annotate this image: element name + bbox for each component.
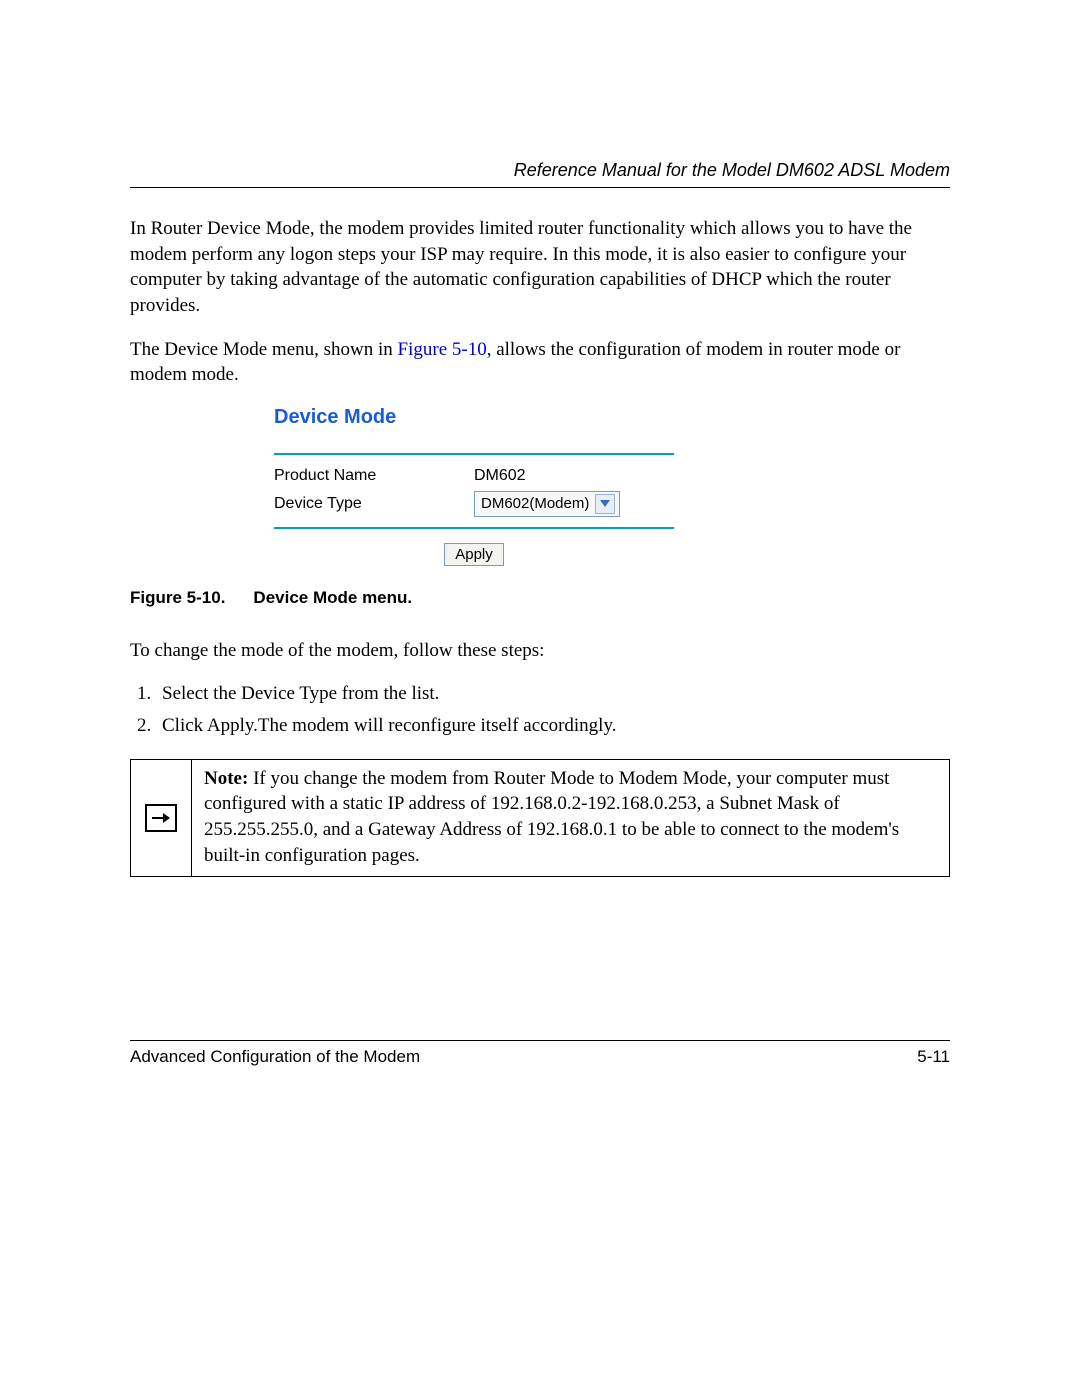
- note-text: Note: If you change the modem from Route…: [192, 760, 949, 877]
- product-name-label: Product Name: [274, 467, 474, 485]
- paragraph-steps-intro: To change the mode of the modem, follow …: [130, 638, 950, 664]
- list-item: Click Apply.The modem will reconfigure i…: [156, 713, 950, 739]
- device-mode-screenshot: Device Mode Product Name DM602 Device Ty…: [274, 406, 814, 566]
- page: Reference Manual for the Model DM602 ADS…: [0, 0, 1080, 1397]
- screenshot-separator: [274, 453, 674, 455]
- apply-button[interactable]: Apply: [444, 543, 504, 566]
- arrow-right-icon: [145, 804, 177, 832]
- figure-number: Figure 5-10.: [130, 588, 225, 607]
- screenshot-row-product-name: Product Name DM602: [274, 467, 814, 485]
- note-body: If you change the modem from Router Mode…: [204, 768, 899, 866]
- device-type-dropdown[interactable]: DM602(Modem): [474, 491, 620, 517]
- screenshot-title: Device Mode: [274, 406, 814, 429]
- screenshot-row-device-type: Device Type DM602(Modem): [274, 491, 814, 517]
- footer-section-title: Advanced Configuration of the Modem: [130, 1047, 420, 1067]
- text-fragment: The Device Mode menu, shown in: [130, 339, 398, 360]
- paragraph-menu-desc: The Device Mode menu, shown in Figure 5-…: [130, 337, 950, 388]
- header-rule: [130, 187, 950, 188]
- footer-rule: [130, 1040, 950, 1041]
- note-box: Note: If you change the modem from Route…: [130, 759, 950, 878]
- list-item: Select the Device Type from the list.: [156, 681, 950, 707]
- page-header-title: Reference Manual for the Model DM602 ADS…: [130, 160, 950, 181]
- paragraph-intro: In Router Device Mode, the modem provide…: [130, 216, 950, 319]
- figure-reference-link[interactable]: Figure 5-10: [398, 339, 487, 360]
- chevron-down-icon: [595, 494, 615, 514]
- note-icon-cell: [131, 760, 192, 877]
- footer-page-number: 5-11: [917, 1047, 950, 1067]
- page-footer: Advanced Configuration of the Modem 5-11: [130, 1040, 950, 1067]
- note-label: Note:: [204, 768, 248, 789]
- figure-caption: Figure 5-10. Device Mode menu.: [130, 588, 950, 608]
- device-type-value: DM602(Modem): [481, 495, 589, 512]
- steps-list: Select the Device Type from the list. Cl…: [130, 681, 950, 738]
- product-name-value: DM602: [474, 467, 526, 485]
- figure-caption-text: Device Mode menu.: [253, 588, 412, 607]
- screenshot-separator: [274, 527, 674, 529]
- device-type-label: Device Type: [274, 495, 474, 513]
